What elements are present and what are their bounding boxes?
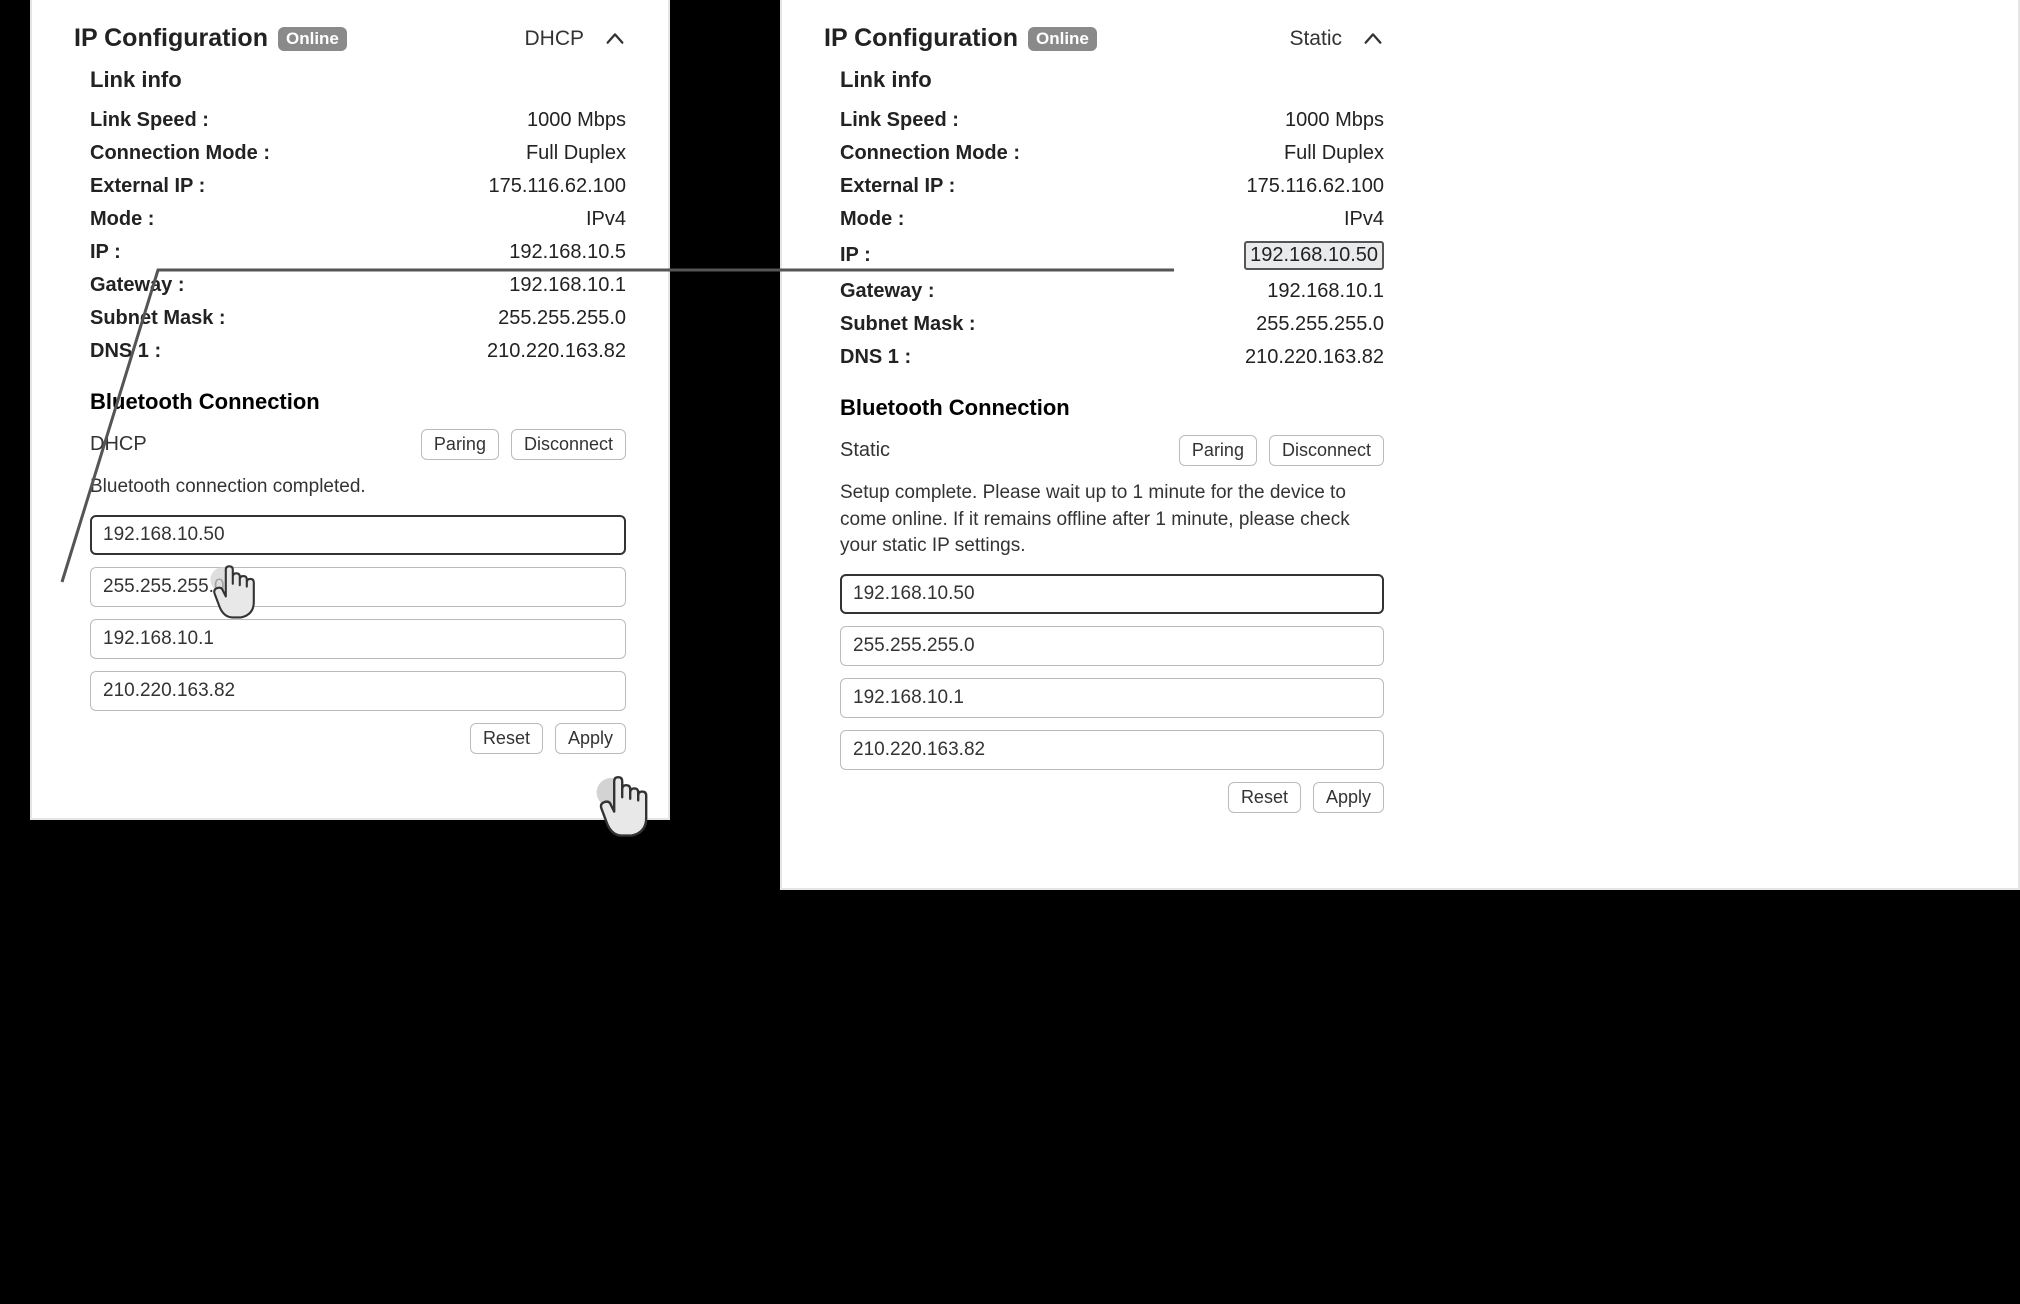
connection-mode-label: Connection Mode : — [840, 142, 1020, 165]
ip-config-panel-static: IP Configuration Online Static Link info… — [780, 0, 2020, 890]
connection-mode-value: Full Duplex — [1284, 142, 1384, 165]
dns-input[interactable] — [90, 671, 626, 711]
online-badge: Online — [1028, 27, 1097, 51]
subnet-input[interactable] — [90, 567, 626, 607]
paring-button[interactable]: Paring — [421, 429, 499, 460]
link-speed-row: Link Speed : 1000 Mbps — [90, 109, 626, 132]
subnet-value: 255.255.255.0 — [1256, 313, 1384, 336]
ip-value-highlighted: 192.168.10.50 — [1244, 241, 1384, 270]
subnet-row: Subnet Mask : 255.255.255.0 — [90, 307, 626, 330]
link-speed-label: Link Speed : — [90, 109, 209, 132]
bluetooth-status-text: Setup complete. Please wait up to 1 minu… — [840, 480, 1384, 560]
mode-label: Mode : — [840, 208, 904, 231]
ip-label: IP : — [90, 241, 121, 264]
subnet-value: 255.255.255.0 — [498, 307, 626, 330]
subnet-input[interactable] — [840, 626, 1384, 666]
apply-button[interactable]: Apply — [1313, 782, 1384, 813]
external-ip-row: External IP : 175.116.62.100 — [90, 175, 626, 198]
apply-button[interactable]: Apply — [555, 723, 626, 754]
ip-row: IP : 192.168.10.5 — [90, 241, 626, 264]
gateway-row: Gateway : 192.168.10.1 — [90, 274, 626, 297]
bluetooth-mode-row: Static Paring Disconnect — [840, 435, 1384, 466]
dns1-label: DNS 1 : — [90, 340, 161, 363]
link-speed-label: Link Speed : — [840, 109, 959, 132]
subnet-label: Subnet Mask : — [90, 307, 226, 330]
chevron-up-icon[interactable] — [1362, 28, 1384, 50]
reset-button[interactable]: Reset — [1228, 782, 1301, 813]
subnet-row: Subnet Mask : 255.255.255.0 — [840, 313, 1384, 336]
dns1-value: 210.220.163.82 — [487, 340, 626, 363]
ip-label: IP : — [840, 244, 871, 267]
link-speed-value: 1000 Mbps — [1285, 109, 1384, 132]
reset-button[interactable]: Reset — [470, 723, 543, 754]
connection-mode-label: Connection Mode : — [90, 142, 270, 165]
panel-header: IP Configuration Online Static — [824, 24, 1384, 53]
disconnect-button[interactable]: Disconnect — [511, 429, 626, 460]
gateway-row: Gateway : 192.168.10.1 — [840, 280, 1384, 303]
ip-row: IP : 192.168.10.50 — [840, 241, 1384, 270]
mode-value: IPv4 — [586, 208, 626, 231]
paring-button[interactable]: Paring — [1179, 435, 1257, 466]
ip-value: 192.168.10.5 — [509, 241, 626, 264]
panel-header: IP Configuration Online DHCP — [74, 24, 626, 53]
dns1-label: DNS 1 : — [840, 346, 911, 369]
gateway-value: 192.168.10.1 — [509, 274, 626, 297]
hand-cursor-icon — [587, 770, 667, 855]
external-ip-value: 175.116.62.100 — [1246, 175, 1384, 198]
external-ip-label: External IP : — [90, 175, 205, 198]
gateway-label: Gateway : — [840, 280, 934, 303]
connection-mode-row: Connection Mode : Full Duplex — [90, 142, 626, 165]
connection-mode-row: Connection Mode : Full Duplex — [840, 142, 1384, 165]
link-speed-row: Link Speed : 1000 Mbps — [840, 109, 1384, 132]
mode-row: Mode : IPv4 — [90, 208, 626, 231]
gateway-value: 192.168.10.1 — [1267, 280, 1384, 303]
bluetooth-mode-label: Static — [840, 439, 890, 462]
external-ip-value: 175.116.62.100 — [488, 175, 626, 198]
connection-mode-value: Full Duplex — [526, 142, 626, 165]
mode-row: Mode : IPv4 — [840, 208, 1384, 231]
ip-mode-label: DHCP — [524, 27, 584, 51]
dns1-value: 210.220.163.82 — [1245, 346, 1384, 369]
external-ip-row: External IP : 175.116.62.100 — [840, 175, 1384, 198]
dns-input[interactable] — [840, 730, 1384, 770]
link-info-heading: Link info — [90, 67, 626, 93]
link-info-heading: Link info — [840, 67, 1384, 93]
chevron-up-icon[interactable] — [604, 28, 626, 50]
bluetooth-mode-row: DHCP Paring Disconnect — [90, 429, 626, 460]
ip-config-panel-dhcp: IP Configuration Online DHCP Link info L… — [30, 0, 670, 820]
panel-title: IP Configuration — [74, 24, 268, 53]
bluetooth-status-text: Bluetooth connection completed. — [90, 474, 626, 501]
mode-value: IPv4 — [1344, 208, 1384, 231]
ip-input[interactable] — [90, 515, 626, 555]
bluetooth-heading: Bluetooth Connection — [840, 395, 1384, 421]
bluetooth-mode-label: DHCP — [90, 433, 147, 456]
gateway-input[interactable] — [90, 619, 626, 659]
subnet-label: Subnet Mask : — [840, 313, 976, 336]
gateway-input[interactable] — [840, 678, 1384, 718]
gateway-label: Gateway : — [90, 274, 184, 297]
external-ip-label: External IP : — [840, 175, 955, 198]
panel-title: IP Configuration — [824, 24, 1018, 53]
bluetooth-heading: Bluetooth Connection — [90, 389, 626, 415]
online-badge: Online — [278, 27, 347, 51]
disconnect-button[interactable]: Disconnect — [1269, 435, 1384, 466]
link-speed-value: 1000 Mbps — [527, 109, 626, 132]
dns1-row: DNS 1 : 210.220.163.82 — [90, 340, 626, 363]
ip-input[interactable] — [840, 574, 1384, 614]
mode-label: Mode : — [90, 208, 154, 231]
ip-mode-label: Static — [1289, 27, 1342, 51]
dns1-row: DNS 1 : 210.220.163.82 — [840, 346, 1384, 369]
